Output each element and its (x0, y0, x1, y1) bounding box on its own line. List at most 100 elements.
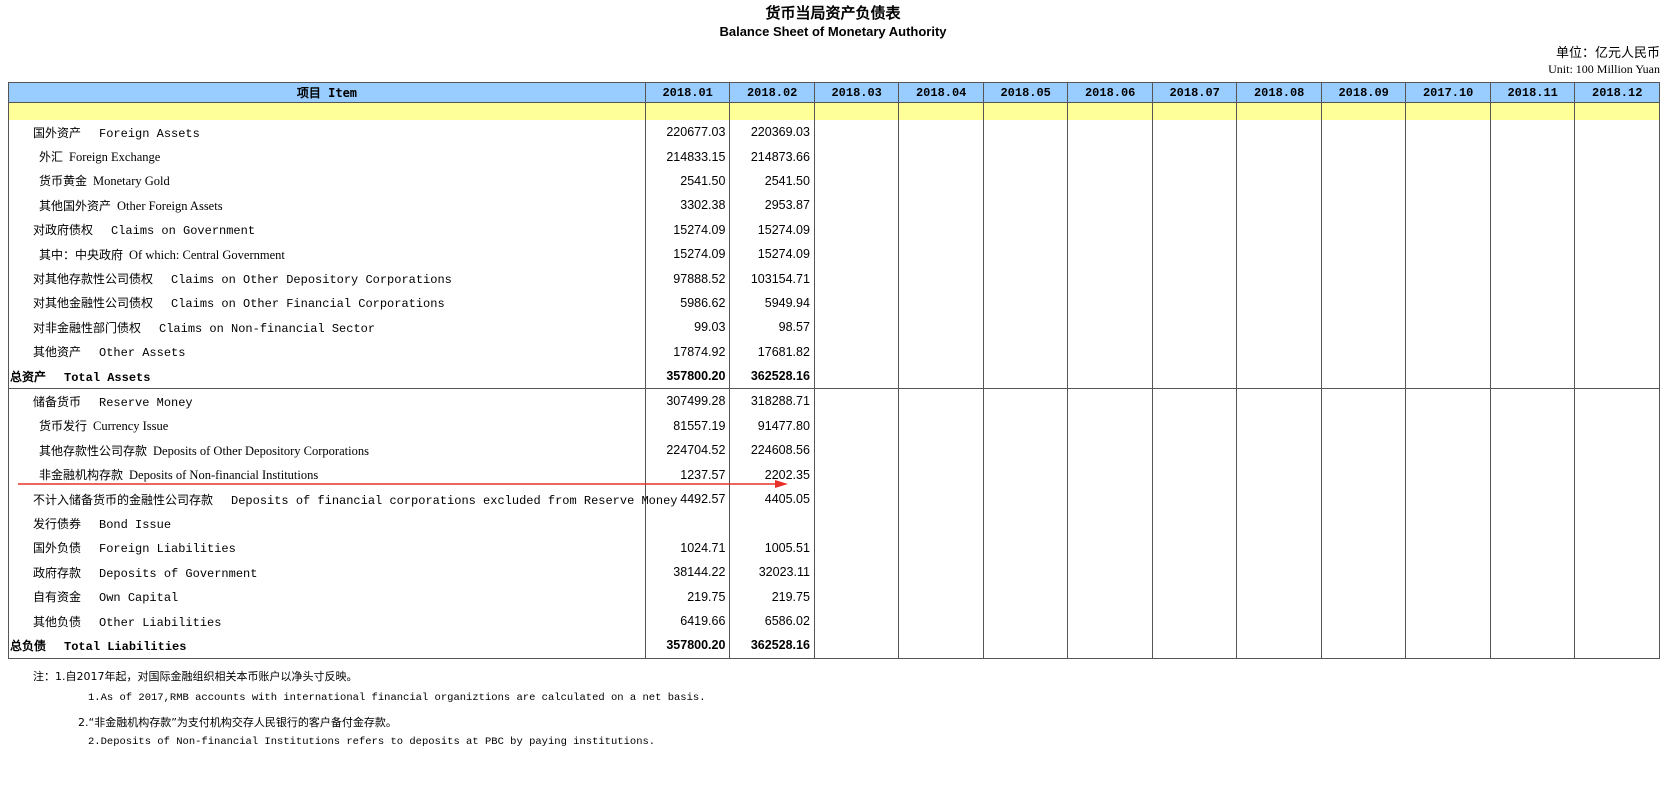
value-cell: 219.75 (644, 584, 731, 609)
empty-cell (1236, 413, 1322, 439)
empty-cell (1236, 560, 1322, 585)
value-cell: 97888.52 (644, 266, 731, 291)
empty-cell (1574, 120, 1660, 145)
empty-cell (813, 120, 900, 145)
empty-cell (1489, 339, 1576, 364)
row-label: 对非金融性部门债权 Claims on Non-financial Sector (8, 315, 646, 340)
empty-cell (1405, 241, 1491, 267)
footnote-en: 2.Deposits of Non-financial Institutions… (88, 736, 656, 748)
empty-cell (1405, 193, 1491, 218)
value-cell: 81557.19 (644, 413, 731, 439)
value-cell (729, 511, 815, 536)
empty-cell (982, 535, 1069, 561)
row-label-en: Claims on Government (111, 224, 256, 239)
empty-cell (1151, 144, 1238, 169)
empty-cell (1489, 388, 1576, 414)
row-label-cn: 其他国外资产 (39, 198, 112, 213)
empty-cell (898, 462, 984, 487)
empty-cell (1067, 486, 1153, 512)
empty-cell (982, 462, 1069, 487)
empty-cell (1067, 462, 1153, 487)
row-label-en: Claims on Other Financial Corporations (171, 297, 445, 312)
empty-cell (1405, 535, 1491, 561)
value-cell: 214833.15 (644, 144, 731, 169)
empty-cell (1405, 120, 1491, 145)
column-header-month: 2018.04 (898, 82, 984, 103)
row-label-cn: 对政府债权 (33, 223, 94, 238)
value-cell: 17681.82 (729, 339, 815, 364)
empty-cell (1151, 608, 1238, 634)
empty-cell (1151, 584, 1238, 609)
empty-cell (1151, 266, 1238, 291)
empty-cell (1320, 486, 1407, 512)
empty-cell (1151, 290, 1238, 316)
footnote-cn: 2.“非金融机构存款”为支付机构交存人民银行的客户备付金存款。 (78, 716, 397, 729)
empty-cell (1574, 584, 1660, 609)
value-cell: 6419.66 (644, 608, 731, 634)
red-arrow-annotation (18, 480, 788, 488)
empty-cell (1067, 120, 1153, 145)
empty-cell (1405, 584, 1491, 609)
empty-cell (898, 144, 984, 169)
empty-cell (1067, 193, 1153, 218)
empty-cell (1489, 315, 1576, 340)
empty-cell (1405, 339, 1491, 364)
empty-cell (1320, 584, 1407, 609)
empty-cell (813, 168, 900, 194)
column-header-month: 2018.09 (1320, 82, 1407, 103)
empty-cell (1574, 486, 1660, 512)
empty-cell (813, 462, 900, 487)
empty-cell (1489, 633, 1576, 659)
value-cell: 220677.03 (644, 120, 731, 145)
empty-cell (1489, 290, 1576, 316)
row-label-en: Monetary Gold (93, 174, 170, 189)
empty-cell (982, 560, 1069, 585)
table-row: 其他负债 Other Liabilities 6419.66 6586.02 (8, 608, 1660, 634)
value-cell: 214873.66 (729, 144, 815, 169)
empty-cell (982, 438, 1069, 463)
row-label: 国外负债 Foreign Liabilities (8, 535, 646, 561)
empty-cell (1574, 315, 1660, 340)
empty-cell (1067, 511, 1153, 536)
row-label-cn: 货币黄金 (39, 174, 88, 189)
table-row: 对其他存款性公司债权 Claims on Other Depository Cor… (8, 266, 1660, 291)
empty-cell (1151, 462, 1238, 487)
value-cell: 362528.16 (729, 363, 815, 390)
empty-cell (982, 608, 1069, 634)
value-cell: 357800.20 (644, 363, 731, 390)
column-header-month: 2018.11 (1489, 82, 1576, 103)
empty-cell (982, 193, 1069, 218)
empty-cell (1574, 241, 1660, 267)
empty-cell (1067, 633, 1153, 659)
row-label-cn: 国外资产 (33, 125, 82, 140)
row-label-cn: 对其他存款性公司债权 (33, 272, 154, 287)
empty-cell (1320, 144, 1407, 169)
empty-cell (1151, 217, 1238, 242)
row-label: 对政府债权 Claims on Government (8, 217, 646, 242)
empty-cell (1574, 168, 1660, 194)
table-body: 国外资产 Foreign Assets 220677.03 220369.03 外汇 Fo… (8, 120, 1660, 659)
value-cell: 6586.02 (729, 608, 815, 634)
empty-cell (813, 608, 900, 634)
row-label: 储备货币 Reserve Money (8, 388, 646, 414)
value-cell: 224704.52 (644, 438, 731, 463)
empty-cell (1320, 241, 1407, 267)
empty-cell (1574, 217, 1660, 242)
empty-cell (1320, 193, 1407, 218)
empty-cell (1405, 511, 1491, 536)
empty-cell (1320, 290, 1407, 316)
empty-cell (1405, 633, 1491, 659)
empty-cell (1489, 144, 1576, 169)
empty-cell (982, 339, 1069, 364)
empty-cell (1489, 560, 1576, 585)
empty-cell (1489, 438, 1576, 463)
empty-cell (1151, 241, 1238, 267)
column-header-month: 2017.10 (1405, 82, 1491, 103)
footnote-en: 1.As of 2017,RMB accounts with internati… (88, 692, 706, 704)
empty-cell (813, 413, 900, 439)
empty-cell (1489, 120, 1576, 145)
empty-cell (1067, 608, 1153, 634)
empty-cell (1067, 266, 1153, 291)
column-header-month: 2018.03 (813, 82, 900, 103)
empty-cell (813, 315, 900, 340)
